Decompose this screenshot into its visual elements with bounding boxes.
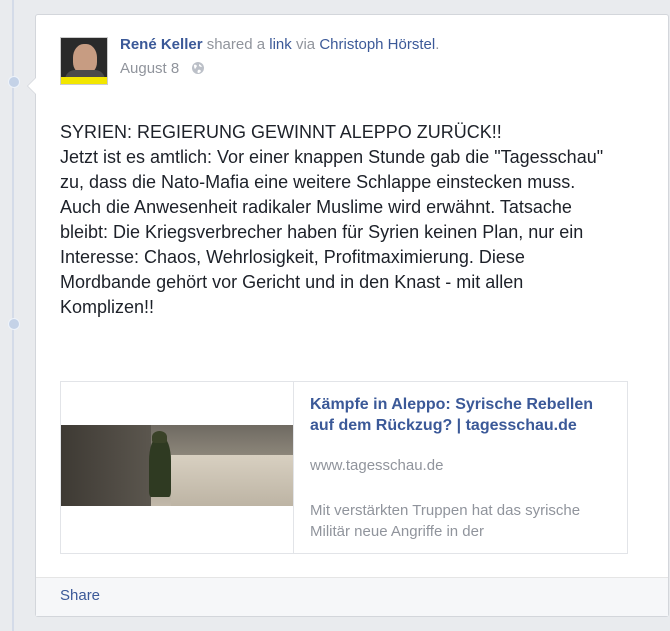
preview-image-soldier bbox=[149, 437, 171, 497]
post-date-line: August 8 bbox=[120, 60, 205, 79]
post-message: SYRIEN: REGIERUNG GEWINNT ALEPPO ZURÜCK!… bbox=[60, 120, 620, 320]
message-headline: SYRIEN: REGIERUNG GEWINNT ALEPPO ZURÜCK!… bbox=[60, 122, 502, 142]
timeline-dot bbox=[8, 318, 20, 330]
share-button[interactable]: Share bbox=[60, 587, 100, 604]
preview-image-helmet bbox=[152, 431, 167, 443]
link-preview[interactable]: Kämpfe in Aleppo: Syrische Rebellen auf … bbox=[60, 381, 628, 554]
preview-image-wall bbox=[61, 425, 151, 506]
link-word[interactable]: link bbox=[269, 36, 292, 53]
author-name[interactable]: René Keller bbox=[120, 36, 203, 53]
card-pointer-fill bbox=[28, 77, 37, 95]
timeline-dot bbox=[8, 76, 20, 88]
preview-image-road bbox=[171, 455, 293, 506]
post-header: René Keller shared a link via Christoph … bbox=[120, 36, 439, 53]
via-text: via bbox=[295, 36, 316, 53]
preview-divider bbox=[293, 382, 294, 553]
preview-domain: www.tagesschau.de bbox=[310, 457, 444, 474]
preview-image[interactable] bbox=[61, 425, 293, 506]
avatar-band bbox=[61, 77, 107, 84]
post-date[interactable]: August 8 bbox=[120, 60, 179, 77]
post-card: René Keller shared a link via Christoph … bbox=[27, 14, 669, 617]
preview-title[interactable]: Kämpfe in Aleppo: Syrische Rebellen auf … bbox=[310, 394, 610, 436]
message-body: Jetzt ist es amtlich: Vor einer knappen … bbox=[60, 147, 604, 317]
avatar[interactable] bbox=[60, 37, 108, 85]
globe-icon[interactable] bbox=[191, 61, 205, 79]
via-name[interactable]: Christoph Hörstel bbox=[319, 36, 435, 53]
post-footer: Share bbox=[36, 577, 668, 616]
preview-description: Mit verstärkten Truppen hat das syrische… bbox=[310, 502, 581, 540]
timeline-line bbox=[12, 0, 14, 631]
shared-text: shared a bbox=[206, 36, 266, 53]
header-period: . bbox=[435, 36, 440, 53]
